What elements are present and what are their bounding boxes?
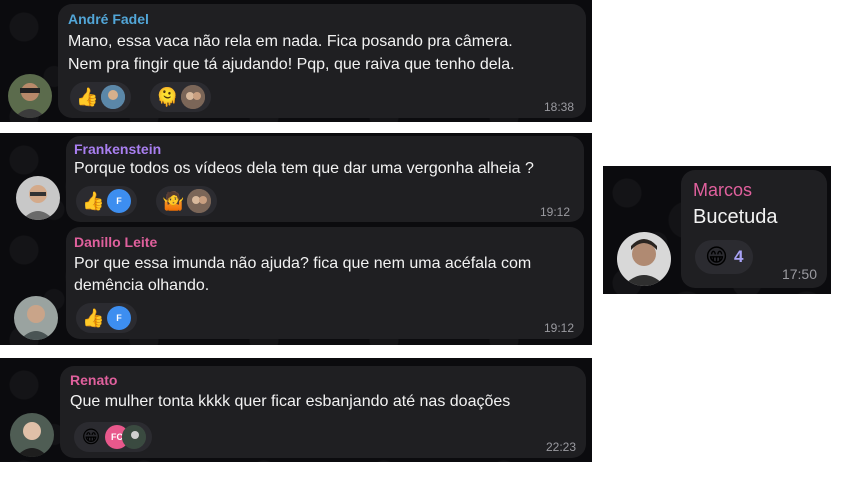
sender-name[interactable]: André Fadel: [68, 11, 149, 27]
message-bubble[interactable]: Renato Que mulher tonta kkkk quer ficar …: [60, 366, 586, 458]
reaction-grin[interactable]: 😁 FC: [74, 422, 152, 452]
avatar[interactable]: [10, 413, 54, 457]
message-text-line: Bucetuda: [693, 206, 778, 228]
thumbs-up-icon: 👍: [76, 87, 99, 107]
reaction-thumbs-up[interactable]: 👍: [70, 82, 131, 112]
avatar[interactable]: [617, 232, 671, 286]
reaction-melting-face[interactable]: 🫠: [150, 82, 211, 112]
message-text-line: Nem pra fingir que tá ajudando! Pqp, que…: [68, 56, 515, 73]
message-bubble[interactable]: Danillo Leite Por que essa imunda não aj…: [66, 227, 584, 339]
reaction-grin[interactable]: 😁 4: [695, 240, 754, 274]
reaction-thumbs-up[interactable]: 👍 F: [76, 303, 137, 333]
chat-panel-2: Frankenstein Porque todos os vídeos dela…: [0, 133, 592, 345]
shrug-icon: 🤷: [162, 191, 185, 211]
message-bubble[interactable]: Marcos Bucetuda 😁 4 17:50: [681, 170, 827, 288]
message-time: 19:12: [543, 321, 574, 335]
reactor-avatar: [101, 85, 125, 109]
message-text-line: demência olhando.: [74, 277, 210, 294]
thumbs-up-icon: 👍: [82, 191, 105, 211]
chat-panel-1: André Fadel Mano, essa vaca não rela em …: [0, 0, 592, 122]
reactor-avatar: [181, 85, 205, 109]
message-bubble[interactable]: Frankenstein Porque todos os vídeos dela…: [66, 136, 584, 222]
message-text-line: Por que essa imunda não ajuda? fica que …: [74, 255, 532, 272]
reactor-avatar: F: [107, 306, 131, 330]
chat-panel-4: Marcos Bucetuda 😁 4 17:50: [603, 166, 831, 294]
chat-panel-3: Renato Que mulher tonta kkkk quer ficar …: [0, 358, 592, 462]
message-time: 17:50: [781, 266, 817, 282]
avatar[interactable]: [14, 296, 58, 340]
grinning-face-icon: 😁: [705, 244, 728, 269]
sender-name[interactable]: Danillo Leite: [74, 234, 157, 250]
grinning-face-icon: 😁: [81, 427, 101, 447]
reactor-avatar: [122, 425, 146, 449]
message-bubble[interactable]: André Fadel Mano, essa vaca não rela em …: [58, 4, 586, 118]
reactor-avatar: [187, 189, 211, 213]
avatar[interactable]: [8, 74, 52, 118]
reaction-count: 4: [734, 247, 744, 266]
message-time: 19:12: [539, 205, 570, 219]
message-time: 18:38: [543, 100, 574, 114]
sender-name[interactable]: Marcos: [693, 180, 752, 201]
reaction-thumbs-up[interactable]: 👍 F: [76, 186, 137, 216]
message-text-line: Porque todos os vídeos dela tem que dar …: [74, 160, 534, 177]
melting-face-icon: 🫠: [156, 87, 179, 107]
thumbs-up-icon: 👍: [82, 308, 105, 328]
message-text-line: Mano, essa vaca não rela em nada. Fica p…: [68, 33, 513, 50]
avatar[interactable]: [16, 176, 60, 220]
message-text-line: Que mulher tonta kkkk quer ficar esbanja…: [70, 393, 511, 410]
reaction-shrug[interactable]: 🤷: [156, 186, 217, 216]
sender-name[interactable]: Renato: [70, 372, 117, 388]
reactor-avatar: F: [107, 189, 131, 213]
sender-name[interactable]: Frankenstein: [74, 141, 161, 157]
message-time: 22:23: [545, 440, 576, 454]
